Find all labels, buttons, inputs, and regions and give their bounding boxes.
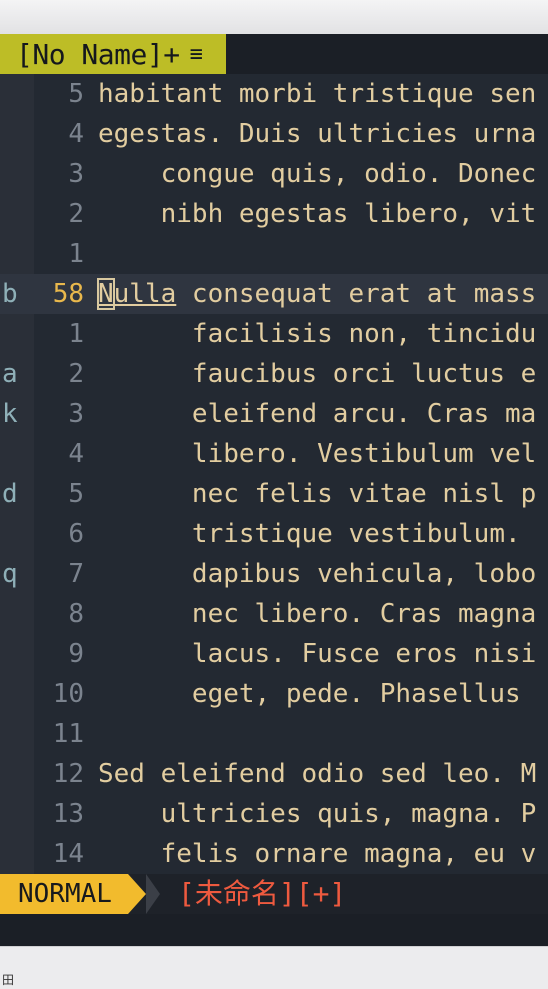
window-top-strip <box>0 0 548 35</box>
editor-line[interactable]: k 3 eleifend arcu. Cras ma <box>0 394 548 434</box>
line-text: nibh egestas libero, vit <box>98 199 537 229</box>
line-text: nec felis vitae nisl p <box>98 479 537 509</box>
editor-line[interactable]: 9 lacus. Fusce eros nisi <box>0 634 548 674</box>
line-number: 6 <box>68 519 84 549</box>
line-text: habitant morbi tristique sen <box>98 79 537 109</box>
line-number: 3 <box>68 399 84 429</box>
editor-line[interactable]: a 2 faucibus orci luctus e <box>0 354 548 394</box>
line-text: eget, pede. Phasellus <box>98 679 537 709</box>
line-number: 1 <box>68 239 84 269</box>
line-number: 4 <box>68 119 84 149</box>
line-number: 7 <box>68 559 84 589</box>
line-text: felis ornare magna, eu v <box>98 839 537 869</box>
terminal-window: [No Name]+ ≡ 5 habitant morbi tristique s… <box>0 34 548 946</box>
word-rest: ulla <box>113 279 177 309</box>
line-text: libero. Vestibulum vel <box>98 439 537 469</box>
ime-icon[interactable]: 田 <box>2 973 18 987</box>
line-text: eleifend arcu. Cras ma <box>98 399 537 429</box>
line-text: Sed eleifend odio sed leo. M <box>98 759 537 789</box>
editor-line[interactable]: 10 eget, pede. Phasellus <box>0 674 548 714</box>
line-number: 13 <box>52 799 84 829</box>
line-mark: q <box>2 559 18 589</box>
editor-line[interactable]: 12 Sed eleifend odio sed leo. M <box>0 754 548 794</box>
mode-separator-arrow <box>128 874 146 914</box>
line-mark: k <box>2 399 18 429</box>
editor-line[interactable]: 11 <box>0 714 548 754</box>
line-text: dapibus vehicula, lobo <box>98 559 537 589</box>
mode-indicator: NORMAL <box>0 874 128 914</box>
editor-line[interactable]: 4 egestas. Duis ultricies urna <box>0 114 548 154</box>
editor-line[interactable]: 1 facilisis non, tincidu <box>0 314 548 354</box>
line-number: 9 <box>68 639 84 669</box>
line-text: congue quis, odio. Donec <box>98 159 537 189</box>
current-line[interactable]: b 58 Nulla consequat erat at mass <box>0 274 548 314</box>
editor-line[interactable]: 4 libero. Vestibulum vel <box>0 434 548 474</box>
line-number: 1 <box>68 319 84 349</box>
editor-line[interactable]: 1 <box>0 234 548 274</box>
editor-line[interactable]: d 5 nec felis vitae nisl p <box>0 474 548 514</box>
statusline: NORMAL [未命名][+] <box>0 874 548 914</box>
line-number: 58 <box>52 279 84 309</box>
line-number: 11 <box>52 719 84 749</box>
line-number: 2 <box>68 359 84 389</box>
line-number: 10 <box>52 679 84 709</box>
line-mark: d <box>2 479 18 509</box>
tabline: [No Name]+ ≡ <box>0 34 548 74</box>
menu-icon: ≡ <box>189 41 203 67</box>
word-under-cursor: Nulla <box>97 278 177 310</box>
line-text: faucibus orci luctus e <box>98 359 537 389</box>
line-text: egestas. Duis ultricies urna <box>98 119 537 149</box>
editor-line[interactable]: 6 tristique vestibulum. <box>0 514 548 554</box>
current-line-rest: consequat erat at mass <box>176 279 537 309</box>
separator-arrow <box>146 874 160 914</box>
line-mark: a <box>2 359 18 389</box>
cursor: N <box>97 278 115 310</box>
line-text: lacus. Fusce eros nisi <box>98 639 537 669</box>
line-number: 14 <box>52 839 84 869</box>
taskbar-strip: 田 <box>0 946 548 989</box>
command-line[interactable] <box>0 914 548 946</box>
line-number: 12 <box>52 759 84 789</box>
editor-line[interactable]: 2 nibh egestas libero, vit <box>0 194 548 234</box>
line-mark: b <box>2 279 18 309</box>
line-number: 4 <box>68 439 84 469</box>
line-number: 2 <box>68 199 84 229</box>
editor-line[interactable]: 3 congue quis, odio. Donec <box>0 154 548 194</box>
line-number: 5 <box>68 479 84 509</box>
editor-line[interactable]: q 7 dapibus vehicula, lobo <box>0 554 548 594</box>
editor-line[interactable]: 14 felis ornare magna, eu v <box>0 834 548 874</box>
line-number: 5 <box>68 79 84 109</box>
editor-buffer[interactable]: 5 habitant morbi tristique sen 4 egestas. D… <box>0 74 548 874</box>
editor-line[interactable]: 8 nec libero. Cras magna <box>0 594 548 634</box>
tab-no-name[interactable]: [No Name]+ ≡ <box>0 34 226 74</box>
line-number: 8 <box>68 599 84 629</box>
line-text: Nulla consequat erat at mass <box>97 274 537 314</box>
line-text: facilisis non, tincidu <box>98 319 537 349</box>
line-text: nec libero. Cras magna <box>98 599 537 629</box>
line-number: 3 <box>68 159 84 189</box>
editor-line[interactable]: 13 ultricies quis, magna. P <box>0 794 548 834</box>
statusline-filename: [未命名][+] <box>178 877 347 910</box>
line-text: ultricies quis, magna. P <box>98 799 537 829</box>
line-text: tristique vestibulum. <box>98 519 537 549</box>
tab-label: [No Name]+ <box>16 37 180 71</box>
editor-line[interactable]: 5 habitant morbi tristique sen <box>0 74 548 114</box>
